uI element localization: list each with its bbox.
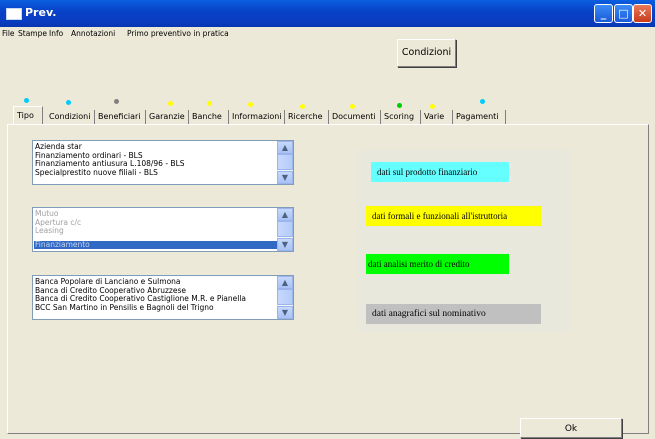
menu-bar: File Stampe Info Annotazioni Primo preve…	[0, 27, 655, 41]
tab-pagamenti[interactable]: Pagamenti	[453, 110, 506, 124]
tab-tipo[interactable]: Tipo	[13, 106, 43, 124]
menu-info[interactable]: Info	[49, 29, 63, 38]
condizioni-button[interactable]: Condizioni	[397, 39, 456, 67]
status-dot	[350, 104, 355, 109]
scrollbar[interactable]: ▲ ▼	[277, 276, 293, 319]
scroll-up-icon[interactable]: ▲	[277, 276, 293, 289]
status-dot	[248, 102, 253, 107]
tab-informazioni[interactable]: Informazioni	[229, 110, 285, 124]
scroll-down-icon[interactable]: ▼	[277, 171, 293, 184]
tab-varie[interactable]: Varie	[421, 110, 453, 124]
selected-list-item[interactable]: Finanziamento	[34, 240, 278, 250]
menu-primo-preventivo[interactable]: Primo preventivo in pratica	[127, 29, 229, 38]
aziende-listbox[interactable]: Azienda star Finanziamento ordinari - BL…	[32, 140, 294, 185]
tab-garanzie[interactable]: Garanzie	[146, 110, 189, 124]
menu-annotazioni[interactable]: Annotazioni	[71, 29, 115, 38]
legend-istruttoria: dati formali e funzionali all'istruttori…	[366, 206, 541, 226]
window-title: Prev.	[25, 6, 57, 19]
status-dot	[114, 99, 119, 104]
status-dot	[24, 98, 29, 103]
app-icon	[6, 8, 22, 20]
tab-beneficiari[interactable]: Beneficiari	[95, 110, 146, 124]
list-item[interactable]: BCC San Martino in Pensilis e Bagnoli de…	[35, 303, 214, 312]
legend-prodotto-finanziario: dati sul prodotto finanziario	[371, 162, 509, 182]
status-dot	[430, 104, 435, 109]
tab-condizioni[interactable]: Condizioni	[46, 110, 95, 124]
tab-documenti[interactable]: Documenti	[329, 110, 381, 124]
status-dot	[207, 101, 212, 106]
scroll-up-icon[interactable]: ▲	[277, 141, 293, 154]
minimize-button[interactable]: _	[594, 4, 613, 23]
status-dot	[480, 99, 485, 104]
title-bar: Prev. _ □ ✕	[0, 0, 655, 27]
maximize-button[interactable]: □	[614, 4, 633, 23]
scroll-down-icon[interactable]: ▼	[277, 238, 293, 251]
tab-banche[interactable]: Banche	[189, 110, 229, 124]
tipo-listbox[interactable]: Mutuo Apertura c/c Leasing Finanziamento…	[32, 207, 294, 252]
menu-stampe[interactable]: Stampe	[18, 29, 47, 38]
list-item[interactable]: Leasing	[35, 226, 64, 235]
scroll-up-icon[interactable]: ▲	[277, 208, 293, 221]
list-item[interactable]: Specialprestito nuove filiali - BLS	[35, 168, 158, 177]
scrollbar[interactable]: ▲ ▼	[277, 208, 293, 251]
legend-anagrafici: dati anagrafici sul nominativo	[366, 304, 541, 324]
ok-button[interactable]: Ok	[520, 418, 622, 438]
status-dot	[168, 101, 173, 106]
status-dot	[397, 103, 402, 108]
menu-file[interactable]: File	[2, 29, 15, 38]
scroll-down-icon[interactable]: ▼	[277, 306, 293, 319]
scroll-thumb[interactable]	[277, 221, 293, 237]
status-dot	[66, 100, 71, 105]
tab-ricerche[interactable]: Ricerche	[285, 110, 329, 124]
status-dot	[300, 104, 305, 109]
scroll-thumb[interactable]	[277, 289, 293, 305]
banche-listbox[interactable]: Banca Popolare di Lanciano e Sulmona Ban…	[32, 275, 294, 320]
close-button[interactable]: ✕	[633, 4, 652, 23]
tab-scoring[interactable]: Scoring	[381, 110, 421, 124]
legend-merito-credito: dati analisi merito di credito	[366, 254, 509, 274]
scroll-thumb[interactable]	[277, 154, 293, 170]
scrollbar[interactable]: ▲ ▼	[277, 141, 293, 184]
